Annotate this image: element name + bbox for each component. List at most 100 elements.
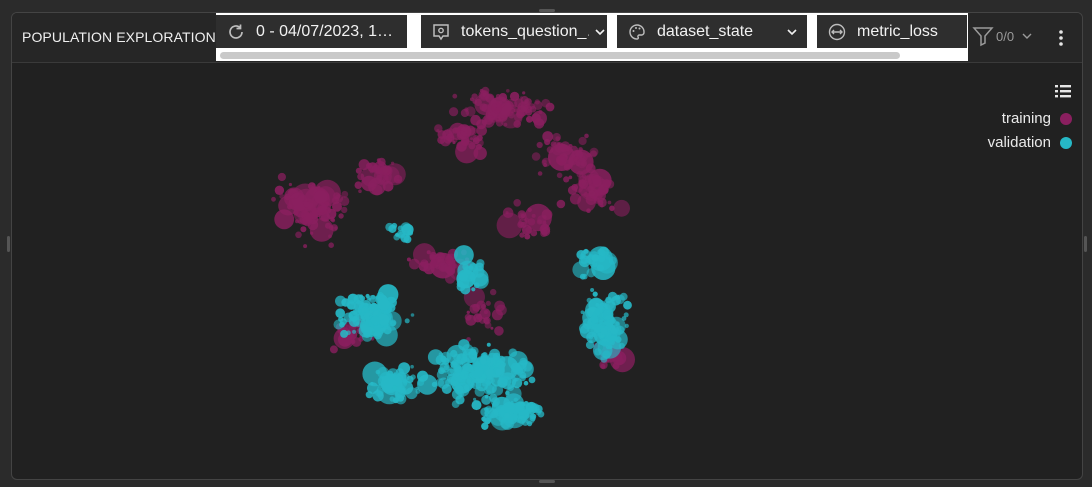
training-point[interactable] [328, 242, 335, 248]
validation-point[interactable] [471, 400, 482, 411]
validation-point[interactable] [443, 364, 449, 371]
training-point[interactable] [525, 226, 532, 234]
horizontal-scrollbar[interactable] [220, 52, 900, 59]
validation-point[interactable] [480, 358, 487, 365]
validation-point[interactable] [511, 377, 523, 389]
training-point[interactable] [531, 213, 536, 218]
tokens-question-chip[interactable]: tokens_question_… [421, 15, 607, 48]
training-point[interactable] [317, 185, 321, 189]
training-point[interactable] [534, 99, 540, 105]
validation-point[interactable] [364, 302, 369, 308]
validation-point[interactable] [370, 294, 376, 300]
validation-point[interactable] [504, 402, 516, 415]
legend-item-validation[interactable]: validation [988, 134, 1072, 151]
validation-point[interactable] [592, 291, 598, 297]
training-point[interactable] [341, 206, 348, 214]
validation-point[interactable] [391, 222, 398, 229]
training-point[interactable] [568, 175, 573, 180]
validation-point[interactable] [375, 369, 381, 375]
validation-point[interactable] [404, 318, 410, 324]
training-point[interactable] [490, 288, 497, 296]
training-point[interactable] [274, 185, 285, 195]
training-point[interactable] [495, 304, 507, 316]
training-point[interactable] [602, 179, 611, 188]
training-point[interactable] [295, 231, 302, 239]
training-point[interactable] [329, 345, 338, 354]
training-point[interactable] [513, 108, 518, 113]
validation-point[interactable] [338, 316, 344, 322]
validation-point[interactable] [528, 376, 536, 384]
validation-point[interactable] [608, 256, 617, 265]
training-point[interactable] [338, 213, 344, 219]
validation-point[interactable] [451, 400, 460, 408]
validation-point[interactable] [473, 282, 480, 289]
validation-point[interactable] [609, 323, 614, 327]
validation-point[interactable] [352, 314, 366, 327]
validation-point[interactable] [468, 265, 474, 271]
training-point[interactable] [470, 137, 473, 141]
training-point[interactable] [472, 137, 480, 145]
metric-loss-chip[interactable]: metric_loss [817, 15, 967, 48]
validation-point[interactable] [592, 262, 598, 268]
training-point[interactable] [470, 114, 481, 126]
validation-point[interactable] [610, 335, 617, 341]
validation-point[interactable] [513, 397, 518, 402]
validation-point[interactable] [335, 295, 346, 307]
validation-point[interactable] [519, 357, 528, 366]
validation-point[interactable] [503, 412, 510, 419]
validation-point[interactable] [359, 294, 364, 299]
validation-point[interactable] [352, 329, 357, 334]
training-point[interactable] [482, 92, 488, 98]
training-point[interactable] [544, 138, 551, 146]
training-point[interactable] [271, 196, 276, 202]
training-point[interactable] [490, 326, 494, 330]
validation-point[interactable] [398, 231, 406, 238]
training-point[interactable] [295, 219, 299, 224]
dataset-state-chip[interactable]: dataset_state [617, 15, 807, 48]
training-point[interactable] [341, 190, 349, 198]
training-point[interactable] [542, 220, 547, 225]
training-point[interactable] [473, 146, 487, 160]
training-point[interactable] [277, 172, 286, 182]
training-point[interactable] [476, 125, 488, 136]
validation-point[interactable] [485, 380, 491, 386]
validation-point[interactable] [468, 350, 478, 360]
validation-point[interactable] [591, 254, 600, 262]
validation-point[interactable] [519, 371, 527, 379]
training-point[interactable] [310, 231, 314, 235]
training-point[interactable] [452, 93, 458, 99]
validation-point[interactable] [615, 321, 620, 327]
training-point[interactable] [506, 89, 510, 93]
validation-point[interactable] [456, 269, 476, 289]
validation-point[interactable] [453, 364, 462, 374]
validation-point[interactable] [580, 310, 585, 314]
training-point[interactable] [288, 182, 292, 187]
training-point[interactable] [485, 300, 491, 306]
training-point[interactable] [358, 189, 362, 193]
training-point[interactable] [452, 263, 458, 269]
validation-point[interactable] [624, 323, 629, 328]
training-point[interactable] [481, 104, 490, 113]
training-point[interactable] [328, 225, 334, 231]
validation-point[interactable] [489, 365, 495, 371]
training-point[interactable] [584, 133, 589, 139]
validation-point[interactable] [486, 342, 491, 347]
validation-point[interactable] [586, 297, 592, 303]
training-point[interactable] [517, 210, 526, 219]
training-point[interactable] [328, 234, 332, 239]
training-point[interactable] [537, 171, 543, 176]
training-point[interactable] [471, 93, 478, 100]
training-point[interactable] [495, 116, 502, 123]
training-point[interactable] [382, 166, 389, 174]
validation-point[interactable] [368, 297, 372, 301]
validation-point[interactable] [474, 386, 485, 397]
validation-point[interactable] [370, 315, 381, 326]
training-point[interactable] [527, 218, 536, 226]
training-point[interactable] [435, 264, 441, 270]
validation-point[interactable] [390, 373, 396, 379]
training-point[interactable] [423, 268, 427, 272]
validation-point[interactable] [460, 356, 470, 366]
validation-point[interactable] [623, 300, 632, 310]
validation-point[interactable] [410, 374, 416, 380]
training-point[interactable] [477, 313, 482, 318]
